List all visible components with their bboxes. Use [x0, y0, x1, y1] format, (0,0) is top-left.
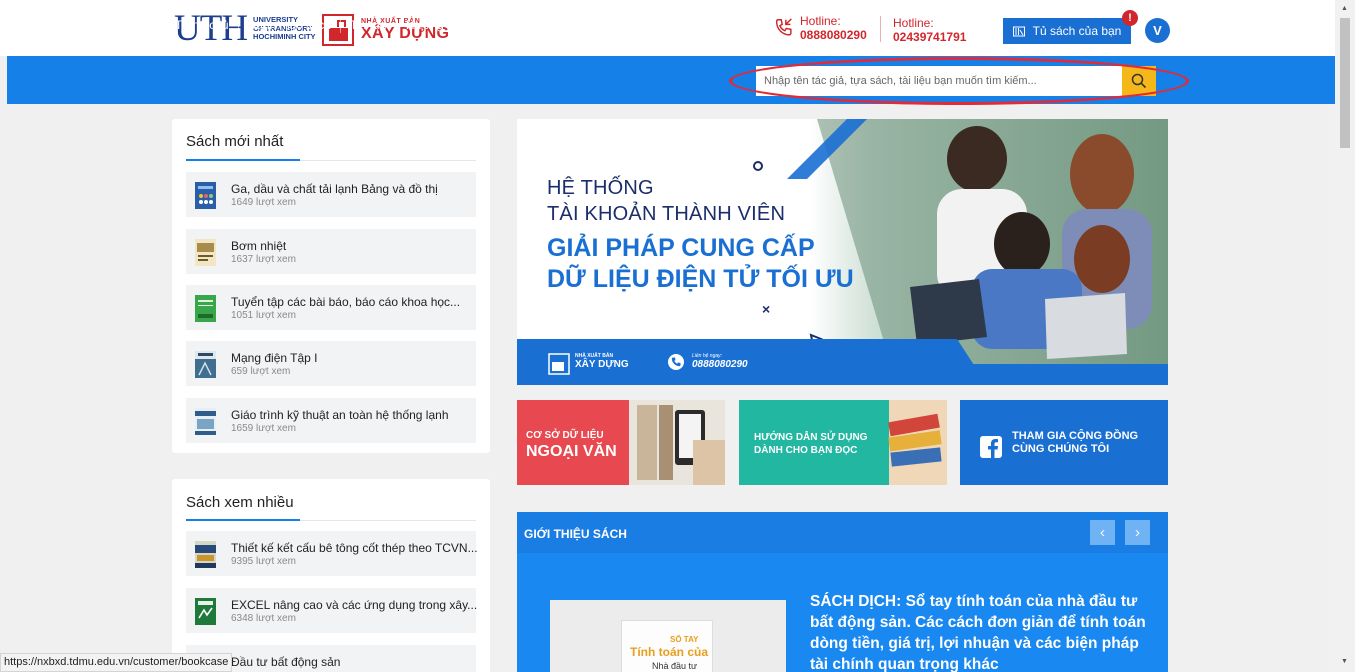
user-avatar[interactable]: V [1145, 18, 1170, 43]
nav-separator [339, 17, 341, 33]
phone-icon [775, 18, 792, 36]
banner-logo-text: NHÀ XUẤT BẢN XÂY DỰNG [575, 353, 629, 370]
bookcase-label: Tủ sách của bạn [1032, 24, 1122, 38]
hotline-1-number[interactable]: 0888080290 [800, 28, 867, 42]
banner-contact-number: 0888080290 [692, 359, 748, 370]
hotline-divider [880, 16, 881, 42]
banner-line2: TÀI KHOẢN THÀNH VIÊN [547, 203, 786, 225]
hotline-2[interactable]: Hotline: 02439741791 [893, 16, 966, 44]
book-title: Mạng điện Tập I [231, 351, 318, 365]
book-cover-thumbnail [195, 408, 216, 435]
list-item[interactable]: Giáo trình kỹ thuật an toàn hệ thống lạn… [186, 398, 476, 443]
book-views: 1637 lượt xem [231, 254, 296, 265]
status-bar-url: https://nxbxd.tdmu.edu.vn/customer/bookc… [0, 653, 233, 672]
hero-banner[interactable]: × HỆ THỐNG TÀI KHOẢN THÀNH VIÊN GIẢI PHÁ… [517, 119, 1168, 385]
hotline-2-label: Hotline: [893, 16, 934, 30]
banner-line4: DỮ LIỆU ĐIỆN TỬ TỐI ƯU [547, 265, 854, 293]
book-title: Giáo trình kỹ thuật an toàn hệ thống lạn… [231, 408, 449, 422]
hotline-1-label: Hotline: [800, 14, 841, 28]
list-item[interactable]: EXCEL nâng cao và các ứng dụng trong xây… [186, 588, 478, 633]
book-views: 1051 lượt xem [231, 310, 296, 321]
foreign-database-tile[interactable]: CƠ SỞ DỮ LIỆU NGOẠI VĂN [517, 400, 725, 485]
book-views: 1649 lượt xem [231, 197, 296, 208]
hotline-1[interactable]: Hotline: 0888080290 [773, 14, 867, 42]
notification-badge[interactable]: ! [1122, 10, 1138, 26]
tile-2-line2: DÀNH CHO BẠN ĐỌC [754, 445, 858, 456]
banner-logo-big: XÂY DỰNG [575, 359, 629, 370]
hotline-1-text: Hotline: 0888080290 [800, 14, 867, 42]
book-title: Ga, dầu và chất tải lạnh Bảng và đồ thị [231, 182, 438, 196]
tile-3-line2: CÙNG CHÚNG TÔI [1012, 443, 1110, 455]
book-cover-thumbnail [195, 541, 216, 568]
tile-1-line2: NGOẠI VĂN [526, 443, 617, 460]
list-item[interactable]: Bơm nhiệt 1637 lượt xem [186, 229, 476, 274]
book-cover-thumbnail [195, 598, 216, 625]
featured-book-cover: SỔ TAY Tính toán của Nhà đầu tư [621, 620, 713, 672]
svg-text:×: × [762, 301, 770, 317]
next-arrow-button[interactable]: › [1125, 520, 1150, 545]
main-nav: Trang chủ Danh mục sách Tin tức Hướng dẫ… [175, 17, 485, 33]
most-viewed-panel: Sách xem nhiều Thiết kế kết cấu bê tông … [172, 479, 490, 672]
nxb-logo-icon [548, 353, 570, 375]
list-item[interactable]: Mạng điện Tập I 659 lượt xem [186, 341, 476, 386]
book-cover-thumbnail [195, 182, 216, 209]
book-title: EXCEL nâng cao và các ứng dụng trong xây… [231, 598, 478, 612]
book-intro-title: GIỚI THIỆU SÁCH [524, 527, 627, 541]
book-intro-section: GIỚI THIỆU SÁCH ‹ › SỔ TAY Tính toán của… [517, 512, 1168, 672]
new-books-title: Sách mới nhất [186, 133, 284, 150]
scrollbar-thumb[interactable] [1340, 18, 1350, 148]
vertical-scrollbar[interactable]: ▲ ▼ [1335, 0, 1355, 672]
book-views: 1659 lượt xem [231, 423, 296, 434]
bookcase-icon [1012, 26, 1025, 36]
book-views: 659 lượt xem [231, 366, 291, 377]
nav-guide[interactable]: Hướng dẫn [406, 18, 467, 32]
cover-line1: SỔ TAY [670, 635, 699, 644]
banner-footer: NHÀ XUẤT BẢN XÂY DỰNG Liên hệ ngay: 0888… [517, 339, 1168, 385]
nav-separator [395, 17, 397, 33]
tile-3-line1: THAM GIA CỘNG ĐỒNG [1012, 430, 1139, 442]
new-books-panel: Sách mới nhất Ga, dầu và chất tải lạnh B… [172, 119, 490, 453]
book-cover-thumbnail [195, 295, 216, 322]
tile-1-line1: CƠ SỞ DỮ LIỆU [526, 430, 604, 441]
chevron-down-icon[interactable]: ▼ [477, 21, 485, 30]
cover-line3: Nhà đầu tư [652, 661, 698, 671]
hotline-2-number[interactable]: 02439741791 [893, 30, 966, 44]
facebook-icon [980, 436, 1002, 458]
phone-icon [668, 354, 684, 370]
book-intro-header: GIỚI THIỆU SÁCH ‹ › [517, 512, 1168, 553]
prev-arrow-button[interactable]: ‹ [1090, 520, 1115, 545]
featured-book-description[interactable]: SÁCH DỊCH: Sổ tay tính toán của nhà đầu … [810, 591, 1150, 672]
list-item[interactable]: Tuyển tập các bài báo, báo cáo khoa học.… [186, 285, 476, 330]
most-viewed-title: Sách xem nhiều [186, 494, 294, 511]
scroll-down-icon[interactable]: ▼ [1341, 658, 1348, 665]
banner-line1: HỆ THỐNG [547, 177, 654, 199]
featured-book-image[interactable]: SỔ TAY Tính toán của Nhà đầu tư [550, 600, 786, 672]
book-cover-thumbnail [195, 239, 216, 266]
scroll-up-icon[interactable]: ▲ [1341, 5, 1348, 12]
book-title: Bơm nhiệt [231, 239, 287, 253]
book-cover-thumbnail [195, 351, 216, 378]
nav-home[interactable]: Trang chủ [175, 18, 229, 32]
nav-news[interactable]: Tin tức [350, 18, 387, 32]
annotation-ellipse [729, 57, 1189, 105]
banner-line3: GIẢI PHÁP CUNG CẤP [547, 234, 815, 262]
bookcase-button[interactable]: Tủ sách của bạn [1003, 18, 1131, 44]
uth-line3: HOCHIMINH CITY [253, 32, 316, 42]
community-tile[interactable]: THAM GIA CỘNG ĐỒNG CÙNG CHÚNG TÔI [960, 400, 1168, 485]
book-title: Đầu tư bất động sản [231, 655, 341, 669]
panel-title-underline [186, 159, 300, 161]
tile-2-line1: HƯỚNG DẪN SỬ DỤNG [754, 432, 868, 443]
list-item[interactable]: Ga, dầu và chất tải lạnh Bảng và đồ thị … [186, 172, 476, 217]
panel-title-underline [186, 519, 300, 521]
book-views: 9395 lượt xem [231, 556, 296, 567]
user-guide-tile[interactable]: HƯỚNG DẪN SỬ DỤNG DÀNH CHO BẠN ĐỌC [739, 400, 947, 485]
nav-separator [237, 17, 239, 33]
book-title: Tuyển tập các bài báo, báo cáo khoa học.… [231, 295, 461, 309]
book-title: Thiết kế kết cấu bê tông cốt thép theo T… [231, 541, 478, 555]
banner-contact: Liên hệ ngay: 0888080290 [692, 353, 748, 370]
list-item[interactable]: Thiết kế kết cấu bê tông cốt thép theo T… [186, 531, 478, 576]
nav-book-categories[interactable]: Danh mục sách [248, 18, 331, 32]
book-views: 6348 lượt xem [231, 613, 296, 624]
cover-line2: Tính toán của [630, 645, 708, 659]
